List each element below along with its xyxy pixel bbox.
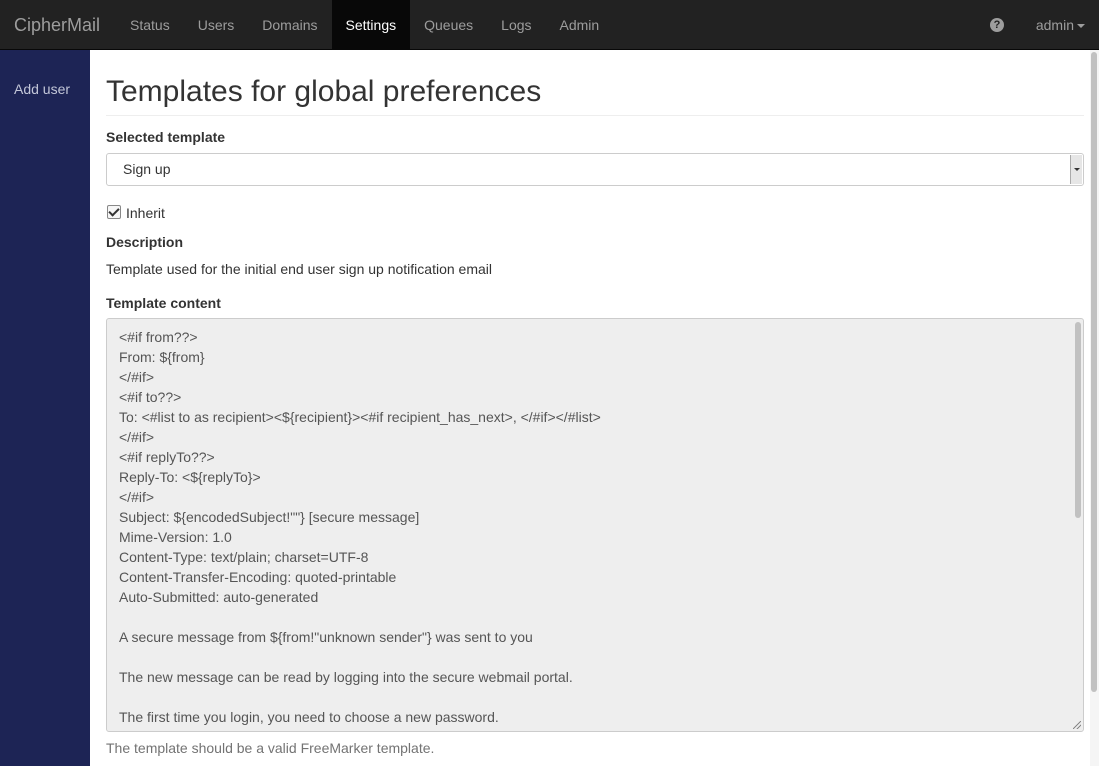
template-select[interactable]: Sign up <box>106 153 1084 186</box>
title-divider <box>106 115 1084 116</box>
selected-template-label: Selected template <box>106 129 226 145</box>
description-label: Description <box>106 234 184 250</box>
nav-item-domains[interactable]: Domains <box>248 0 331 50</box>
main-nav: Status Users Domains Settings Queues Log… <box>116 0 613 50</box>
nav-item-settings[interactable]: Settings <box>331 0 411 50</box>
top-navbar: CipherMail Status Users Domains Settings… <box>0 0 1099 50</box>
nav-item-admin[interactable]: Admin <box>546 0 614 50</box>
inherit-checkbox[interactable] <box>107 205 121 219</box>
textarea-scrollbar[interactable] <box>1074 320 1082 730</box>
description-text: Template used for the initial end user s… <box>106 261 492 277</box>
template-content-textarea[interactable]: <#if from??> From: ${from} </#if> <#if t… <box>106 318 1084 732</box>
inherit-checkbox-label[interactable]: Inherit <box>126 205 165 221</box>
template-select-value: Sign up <box>123 161 171 177</box>
page-title: Templates for global preferences <box>106 75 542 108</box>
question-circle-icon[interactable]: ? <box>990 18 1004 32</box>
nav-item-users[interactable]: Users <box>184 0 249 50</box>
template-content-label: Template content <box>106 295 221 311</box>
select-arrow-icon <box>1070 155 1082 184</box>
textarea-scroll-thumb[interactable] <box>1075 322 1081 518</box>
resize-handle-icon[interactable] <box>1073 721 1081 729</box>
nav-item-status[interactable]: Status <box>116 0 184 50</box>
brand-logo[interactable]: CipherMail <box>14 0 100 50</box>
user-menu-label: admin <box>1035 17 1074 33</box>
page-scrollbar[interactable] <box>1090 50 1099 766</box>
sidebar-item-add-user[interactable]: Add user <box>14 81 70 97</box>
sidebar: Add user <box>0 50 90 766</box>
template-content-text: <#if from??> From: ${from} </#if> <#if t… <box>119 329 601 725</box>
nav-item-logs[interactable]: Logs <box>487 0 545 50</box>
page-scroll-thumb[interactable] <box>1091 52 1097 692</box>
user-menu[interactable]: admin <box>1036 0 1085 50</box>
template-help-text: The template should be a valid FreeMarke… <box>106 740 435 756</box>
nav-item-queues[interactable]: Queues <box>410 0 487 50</box>
caret-down-icon <box>1077 24 1085 29</box>
